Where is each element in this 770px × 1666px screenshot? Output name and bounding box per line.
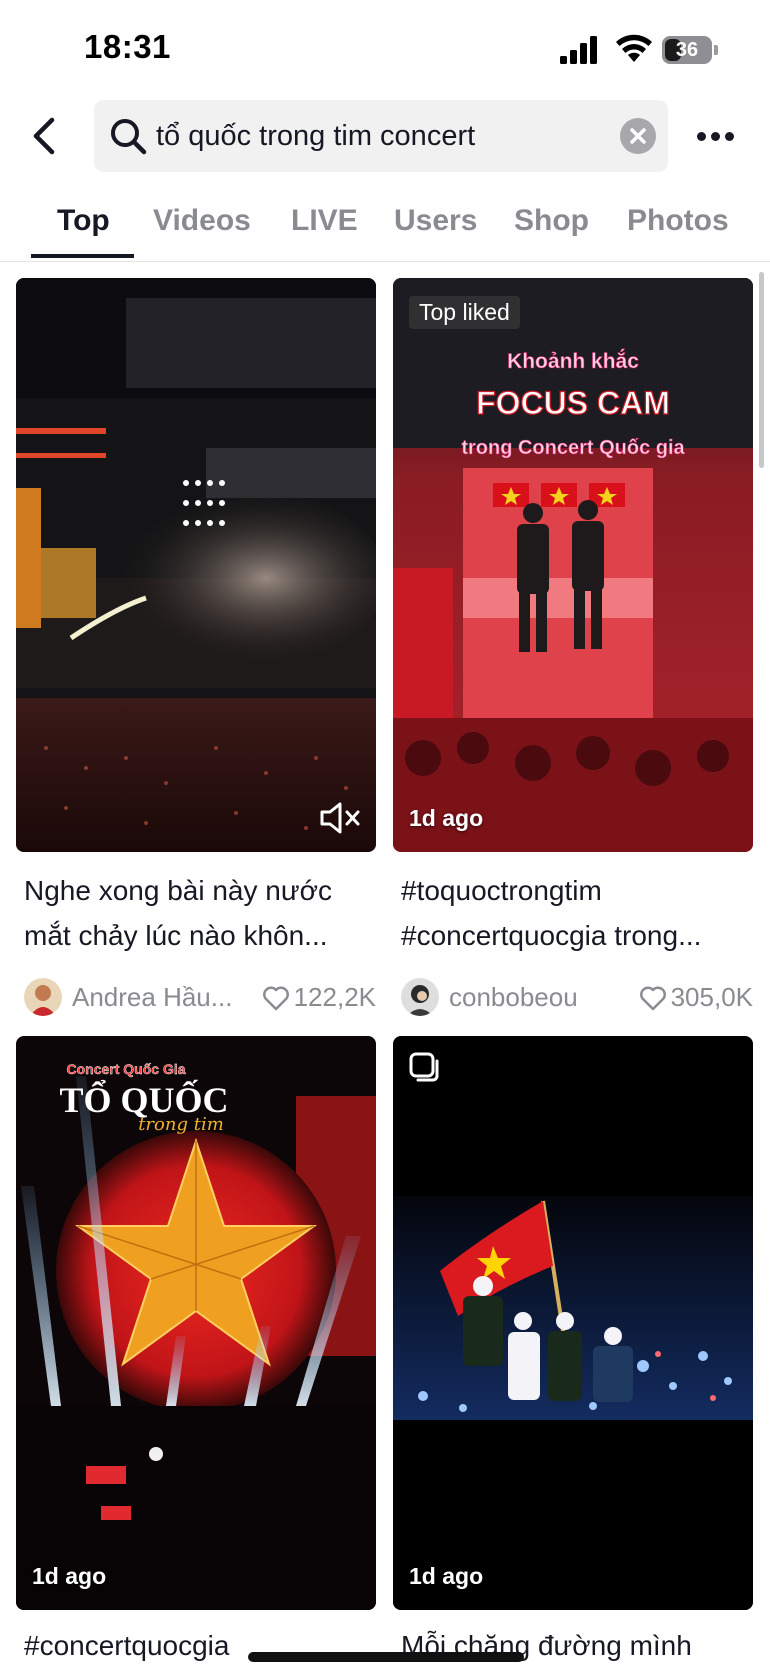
- dot-icon: [696, 131, 706, 141]
- tab-videos[interactable]: Videos: [153, 204, 251, 238]
- video-meta: Andrea Hầu... 122,2K: [24, 978, 376, 1018]
- like-count-value: 122,2K: [293, 982, 376, 1012]
- video-caption[interactable]: #toquoctrongtim #concertquocgia trong...: [401, 868, 751, 958]
- focus-cam-image: Khoảnh khắc FOCUS CAM trong Concert Quốc…: [393, 278, 753, 852]
- dot-icon: [724, 131, 734, 141]
- star-stage-image: Concert Quốc Gia TỔ QUỐC trong tim: [16, 1036, 376, 1610]
- photo-carousel-icon: [409, 1052, 439, 1082]
- video-caption[interactable]: Nghe xong bài này nước mắt chảy lúc nào …: [24, 868, 374, 958]
- flag-guard-image: [393, 1036, 753, 1610]
- tab-live[interactable]: LIVE: [291, 204, 358, 238]
- home-indicator[interactable]: [248, 1652, 524, 1662]
- wifi-icon: [616, 34, 652, 62]
- top-liked-badge: Top liked: [409, 296, 520, 329]
- status-bar: 18:31 36: [0, 0, 770, 100]
- author-name[interactable]: Andrea Hầu...: [72, 982, 242, 1013]
- dot-icon: [710, 131, 720, 141]
- clear-search-button[interactable]: [620, 118, 656, 154]
- avatar[interactable]: [401, 978, 439, 1016]
- more-options-button[interactable]: [690, 118, 740, 154]
- tab-users[interactable]: Users: [394, 204, 477, 238]
- muted-speaker-icon[interactable]: [318, 798, 362, 838]
- close-icon: [630, 128, 646, 144]
- scrollbar[interactable]: [759, 272, 764, 468]
- overlay-title-1: Concert Quốc Gia: [66, 1061, 185, 1077]
- stadium-concert-image: [16, 278, 376, 852]
- back-button[interactable]: [22, 108, 66, 164]
- overlay-title-3: trong Concert Quốc gia: [461, 437, 685, 459]
- search-input[interactable]: [156, 100, 596, 172]
- battery-cap: [714, 45, 718, 55]
- video-meta: conbobeou 305,0K: [401, 978, 753, 1018]
- battery-indicator: 36: [662, 36, 718, 64]
- status-time: 18:31: [84, 28, 171, 65]
- like-count: 122,2K: [262, 982, 376, 1013]
- search-tabs: Top Videos LIVE Users Shop Photos: [0, 192, 770, 262]
- tab-top[interactable]: Top: [57, 204, 110, 238]
- tab-photos[interactable]: Photos: [627, 204, 729, 238]
- video-thumbnail[interactable]: Concert Quốc Gia TỔ QUỐC trong tim 1d ag…: [16, 1036, 376, 1610]
- post-age: 1d ago: [32, 1563, 107, 1589]
- heart-icon: [262, 986, 289, 1010]
- overlay-title-1: Khoảnh khắc: [507, 349, 639, 373]
- tab-active-indicator: [31, 254, 134, 258]
- video-thumbnail[interactable]: Khoảnh khắc FOCUS CAM trong Concert Quốc…: [393, 278, 753, 852]
- video-thumbnail[interactable]: [16, 278, 376, 852]
- photo-thumbnail[interactable]: 1d ago: [393, 1036, 753, 1610]
- battery-percent: 36: [675, 39, 699, 61]
- avatar[interactable]: [24, 978, 62, 1016]
- post-age: 1d ago: [409, 1563, 484, 1589]
- like-count: 305,0K: [639, 982, 753, 1013]
- like-count-value: 305,0K: [670, 982, 753, 1012]
- author-name[interactable]: conbobeou: [449, 982, 619, 1013]
- heart-icon: [639, 986, 666, 1010]
- search-icon: [111, 119, 147, 155]
- overlay-title-3: trong tim: [138, 1114, 224, 1135]
- post-age: 1d ago: [409, 805, 484, 831]
- cellular-signal-icon: [560, 36, 597, 64]
- search-box[interactable]: [94, 100, 668, 172]
- tab-shop[interactable]: Shop: [514, 204, 589, 238]
- chevron-left-icon: [33, 117, 55, 155]
- overlay-title-2: FOCUS CAM: [476, 385, 670, 421]
